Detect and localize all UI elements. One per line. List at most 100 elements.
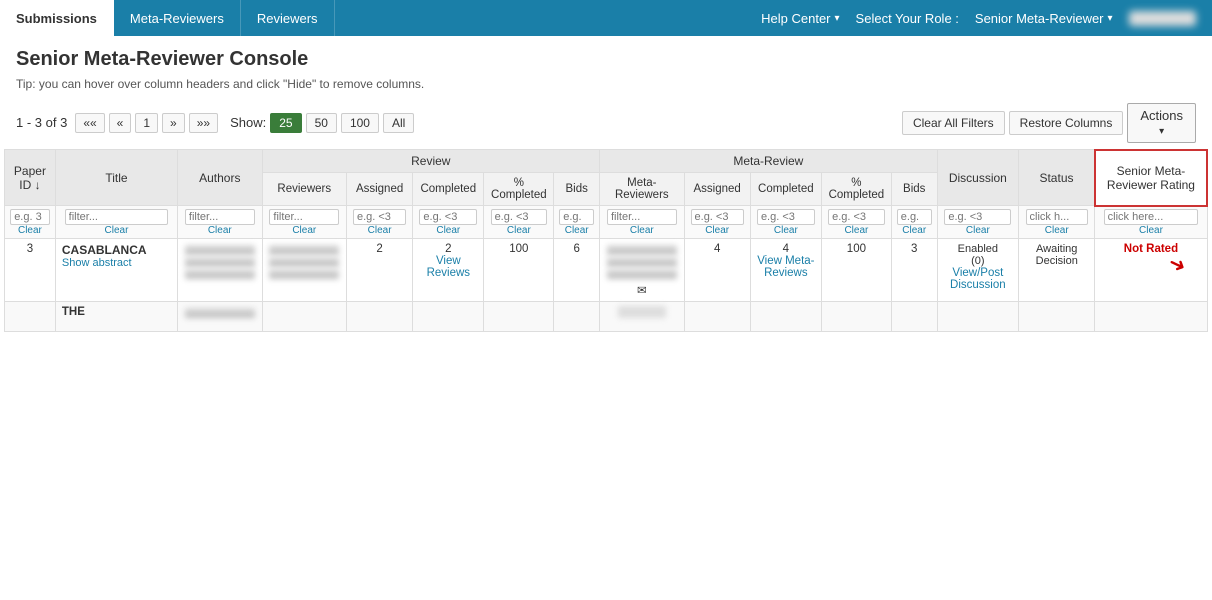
filter-pct2-input[interactable] (828, 209, 885, 225)
cell-reviewers (262, 238, 346, 301)
filter-pct-completed[interactable]: Clear (484, 206, 554, 239)
tab-reviewers[interactable]: Reviewers (241, 0, 335, 36)
tab-meta-reviewers[interactable]: Meta-Reviewers (114, 0, 241, 36)
view-meta-reviews-link[interactable]: View Meta-Reviews (757, 255, 814, 279)
col-header-reviewers[interactable]: Reviewers (262, 173, 346, 206)
filter-assigned[interactable]: Clear (347, 206, 413, 239)
col-header-paper-id[interactable]: Paper ID ↓ (5, 150, 56, 206)
tab-submissions[interactable]: Submissions (0, 0, 114, 36)
cell-completed2-2 (750, 301, 821, 331)
filter-bids2-clear[interactable]: Clear (895, 225, 934, 236)
filter-status-clear[interactable]: Clear (1022, 225, 1091, 236)
filter-meta-reviewers-clear[interactable]: Clear (603, 225, 680, 236)
col-header-completed2[interactable]: Completed (750, 173, 821, 206)
show-all-button[interactable]: All (383, 113, 414, 133)
prev-page-button[interactable]: « (109, 113, 132, 133)
top-navigation: Submissions Meta-Reviewers Reviewers Hel… (0, 0, 1212, 36)
filter-discussion[interactable]: Clear (937, 206, 1018, 239)
filter-assigned2-clear[interactable]: Clear (688, 225, 747, 236)
cell-status-2 (1019, 301, 1095, 331)
filter-paper-id[interactable]: Clear (5, 206, 56, 239)
filter-discussion-clear[interactable]: Clear (941, 225, 1015, 236)
page-1-button[interactable]: 1 (135, 113, 158, 133)
filter-bids-clear[interactable]: Clear (557, 225, 596, 236)
filter-assigned-input[interactable] (353, 209, 406, 225)
filter-bids2[interactable]: Clear (891, 206, 937, 239)
filter-title[interactable]: Clear (55, 206, 177, 239)
col-header-rating[interactable]: Senior Meta-Reviewer Rating (1095, 150, 1207, 206)
last-page-button[interactable]: »» (189, 113, 218, 133)
filter-completed2[interactable]: Clear (750, 206, 821, 239)
col-header-bids2[interactable]: Bids (891, 173, 937, 206)
col-header-status[interactable]: Status (1019, 150, 1095, 206)
show-100-button[interactable]: 100 (341, 113, 379, 133)
help-center-button[interactable]: Help Center (761, 11, 839, 26)
cell-completed-2 (413, 301, 484, 331)
filter-status-input[interactable] (1026, 209, 1088, 225)
cell-bids-2 (554, 301, 600, 331)
filter-paper-id-clear[interactable]: Clear (8, 225, 52, 236)
clear-all-filters-button[interactable]: Clear All Filters (902, 111, 1005, 135)
filter-bids-input[interactable] (559, 209, 594, 225)
filter-pct2[interactable]: Clear (821, 206, 891, 239)
col-header-bids[interactable]: Bids (554, 173, 600, 206)
page-tip: Tip: you can hover over column headers a… (0, 75, 1212, 99)
filter-meta-reviewers-input[interactable] (607, 209, 677, 225)
filter-assigned2-input[interactable] (691, 209, 744, 225)
role-selector-button[interactable]: Senior Meta-Reviewer (975, 11, 1113, 26)
col-header-assigned2[interactable]: Assigned (684, 173, 750, 206)
col-header-title[interactable]: Title (55, 150, 177, 206)
show-abstract-link[interactable]: Show abstract (62, 257, 132, 269)
filter-rating-clear[interactable]: Clear (1098, 225, 1203, 236)
view-reviews-link[interactable]: ViewReviews (427, 255, 470, 279)
next-page-button[interactable]: » (162, 113, 185, 133)
col-header-meta-reviewers[interactable]: Meta-Reviewers (600, 173, 684, 206)
filter-pct-input[interactable] (491, 209, 548, 225)
actions-button[interactable]: Actions (1127, 103, 1196, 143)
show-50-button[interactable]: 50 (306, 113, 337, 133)
filter-completed2-input[interactable] (757, 209, 815, 225)
filter-title-clear[interactable]: Clear (59, 225, 174, 236)
filter-pct2-clear[interactable]: Clear (825, 225, 888, 236)
filter-bids[interactable]: Clear (554, 206, 600, 239)
cell-assigned2: 4 (684, 238, 750, 301)
col-header-pct-completed[interactable]: % Completed (484, 173, 554, 206)
first-page-button[interactable]: «« (75, 113, 104, 133)
filter-pct-clear[interactable]: Clear (487, 225, 550, 236)
filter-completed2-clear[interactable]: Clear (754, 225, 818, 236)
group-header-row: Paper ID ↓ Title Authors Review Meta-Rev… (5, 150, 1208, 173)
filter-assigned-clear[interactable]: Clear (350, 225, 409, 236)
col-header-pct-completed2[interactable]: % Completed (821, 173, 891, 206)
restore-columns-button[interactable]: Restore Columns (1009, 111, 1124, 135)
filter-reviewers[interactable]: Clear (262, 206, 346, 239)
filter-completed-clear[interactable]: Clear (416, 225, 480, 236)
col-header-completed[interactable]: Completed (413, 173, 484, 206)
col-header-discussion[interactable]: Discussion (937, 150, 1018, 206)
col-header-assigned[interactable]: Assigned (347, 173, 413, 206)
filter-reviewers-input[interactable] (269, 209, 339, 225)
filter-reviewers-clear[interactable]: Clear (266, 225, 343, 236)
filter-meta-reviewers[interactable]: Clear (600, 206, 684, 239)
cell-completed: 2 ViewReviews (413, 238, 484, 301)
show-25-button[interactable]: 25 (270, 113, 301, 133)
filter-bids2-input[interactable] (897, 209, 932, 225)
filter-title-input[interactable] (65, 209, 169, 225)
col-header-authors[interactable]: Authors (178, 150, 262, 206)
cell-completed2: 4 View Meta-Reviews (750, 238, 821, 301)
filter-authors-clear[interactable]: Clear (181, 225, 258, 236)
not-rated-label[interactable]: Not Rated (1124, 243, 1178, 255)
view-post-discussion-link[interactable]: View/PostDiscussion (950, 267, 1006, 291)
cell-assigned: 2 (347, 238, 413, 301)
filter-authors[interactable]: Clear (178, 206, 262, 239)
col-group-review: Review (262, 150, 600, 173)
filter-authors-input[interactable] (185, 209, 255, 225)
filter-completed[interactable]: Clear (413, 206, 484, 239)
filter-paper-id-input[interactable] (10, 209, 50, 225)
filter-rating-input[interactable] (1104, 209, 1199, 225)
filter-discussion-input[interactable] (944, 209, 1011, 225)
filter-assigned2[interactable]: Clear (684, 206, 750, 239)
filter-completed-input[interactable] (419, 209, 477, 225)
user-profile[interactable]: User (1129, 11, 1196, 26)
filter-rating[interactable]: Clear (1095, 206, 1207, 239)
filter-status[interactable]: Clear (1019, 206, 1095, 239)
